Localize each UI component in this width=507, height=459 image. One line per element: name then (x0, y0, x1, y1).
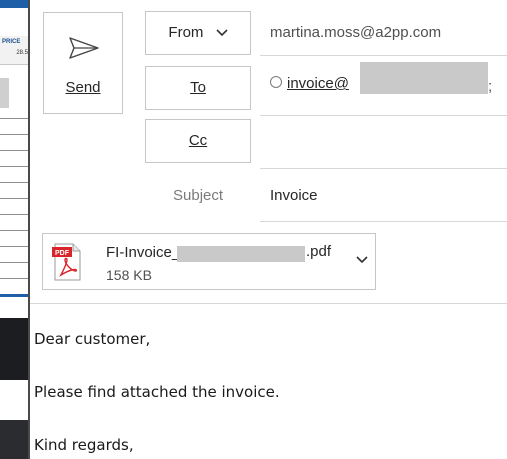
to-recipient[interactable]: invoice@ (287, 75, 349, 92)
send-label-text: Send (65, 79, 101, 96)
attachment-size: 158 KB (106, 267, 152, 283)
cc-divider (260, 168, 507, 169)
background-row-line (0, 150, 29, 151)
background-row-line (0, 182, 29, 183)
background-row-line (0, 118, 29, 119)
background-row-line (0, 230, 29, 231)
to-label: To (190, 79, 206, 96)
background-row-line (0, 246, 29, 247)
background-price-value: 28.5 (16, 50, 28, 56)
background-app-titlebar (0, 0, 29, 8)
background-app: PRICE 28.5 (0, 0, 29, 459)
chevron-down-icon (216, 29, 228, 37)
attachment-name: FI-Invoice_ (106, 244, 180, 261)
to-separator: ; (488, 78, 493, 95)
from-address: martina.moss@a2pp.com (270, 24, 442, 41)
background-row-line (0, 214, 29, 215)
message-body-line[interactable]: Dear customer, (34, 330, 150, 348)
background-scrollbar (0, 78, 9, 108)
background-dark-panel (0, 420, 29, 459)
redaction-box (177, 246, 305, 262)
svg-text:PDF: PDF (55, 250, 70, 257)
send-button[interactable]: Send (43, 12, 123, 114)
message-body-line[interactable]: Kind regards, (34, 436, 134, 454)
recipient-status-icon (270, 76, 282, 88)
background-column-header: PRICE 28.5 (0, 36, 29, 65)
redaction-box (360, 62, 488, 94)
background-row-line (0, 262, 29, 263)
background-row-line (0, 278, 29, 279)
send-icon (69, 37, 99, 59)
subject-label: Subject (173, 187, 223, 204)
background-divider (0, 294, 29, 297)
pdf-icon: PDF (52, 243, 81, 281)
to-divider (260, 115, 507, 116)
background-price-header: PRICE (2, 39, 21, 45)
compose-window: Send From martina.moss@a2pp.com To invoi… (28, 0, 507, 459)
background-row-line (0, 134, 29, 135)
to-button[interactable]: To (145, 66, 251, 110)
subject-divider (260, 221, 507, 222)
background-row-line (0, 166, 29, 167)
message-body-line[interactable]: Please find attached the invoice. (34, 383, 280, 401)
subject-input[interactable]: Invoice (270, 187, 318, 204)
cc-button[interactable]: Cc (145, 119, 251, 163)
background-row-line (0, 198, 29, 199)
from-button[interactable]: From (145, 11, 251, 55)
from-label: From (168, 24, 204, 41)
to-field[interactable]: invoice@ (270, 75, 349, 92)
subject-label-text: Subject (173, 187, 224, 204)
attachment-name-prefix: FI-Invoice_ (106, 244, 181, 261)
chevron-down-icon[interactable] (356, 256, 368, 264)
body-divider (30, 303, 507, 304)
send-label: Send (44, 79, 122, 96)
background-dark-panel (0, 318, 29, 380)
cc-label: Cc (188, 132, 208, 149)
attachment-extension: .pdf (306, 243, 332, 260)
from-divider (260, 55, 507, 56)
